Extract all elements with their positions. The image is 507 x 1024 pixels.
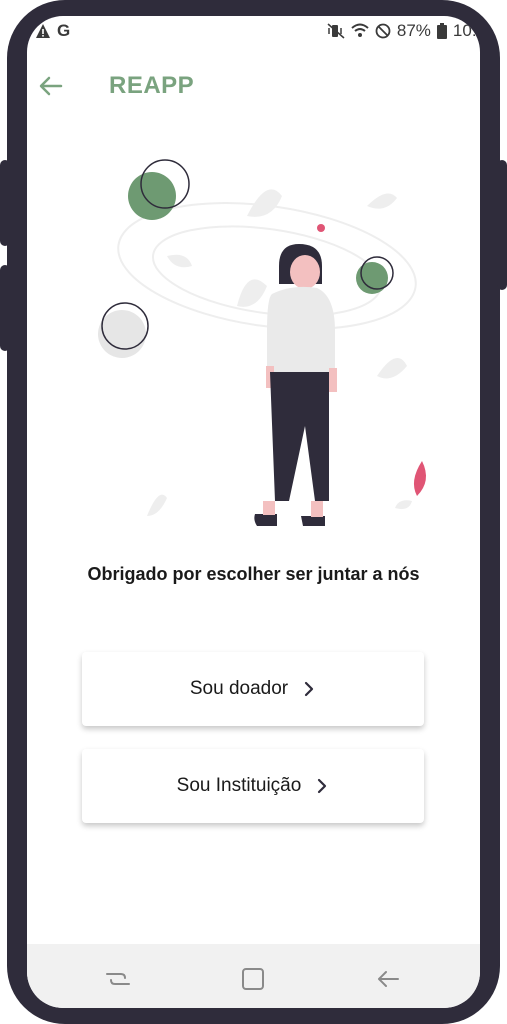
status-bar: G 87% 10:4 xyxy=(27,16,480,48)
status-g-letter: G xyxy=(57,21,71,40)
institution-button-label: Sou Instituição xyxy=(176,775,302,796)
institution-button[interactable]: Sou Instituição xyxy=(82,749,424,823)
wifi-icon xyxy=(351,23,369,37)
donor-button-label: Sou doador xyxy=(189,678,289,699)
phone-side-button-left-bottom xyxy=(0,265,10,351)
thanks-message: Obrigado por escolher ser juntar a nós xyxy=(87,564,420,584)
app-title: REAPP xyxy=(109,72,195,99)
system-nav-bar xyxy=(27,944,480,1008)
back-arrow-icon[interactable] xyxy=(375,966,401,992)
recents-icon[interactable] xyxy=(105,966,131,992)
status-left: G xyxy=(35,21,70,41)
chevron-right-icon xyxy=(305,681,314,697)
warning-icon xyxy=(36,24,50,38)
chevron-right-icon xyxy=(318,778,327,794)
arrow-left-icon[interactable] xyxy=(37,72,65,100)
clock: 10:4 xyxy=(452,21,480,40)
app-bar: REAPP xyxy=(27,68,480,108)
welcome-illustration xyxy=(98,159,426,526)
status-right: 87% 10:4 xyxy=(327,21,480,41)
phone-screen: G 87% 10:4 REAPP xyxy=(27,16,480,1008)
battery-percent: 87% xyxy=(396,21,431,40)
donor-button[interactable]: Sou doador xyxy=(82,652,424,726)
phone-side-button-right xyxy=(497,160,507,290)
phone-side-button-left-top xyxy=(0,160,10,246)
vibrate-mute-icon xyxy=(327,23,345,39)
battery-icon xyxy=(436,23,447,39)
do-not-disturb-icon xyxy=(375,23,391,39)
home-icon[interactable] xyxy=(240,966,266,992)
